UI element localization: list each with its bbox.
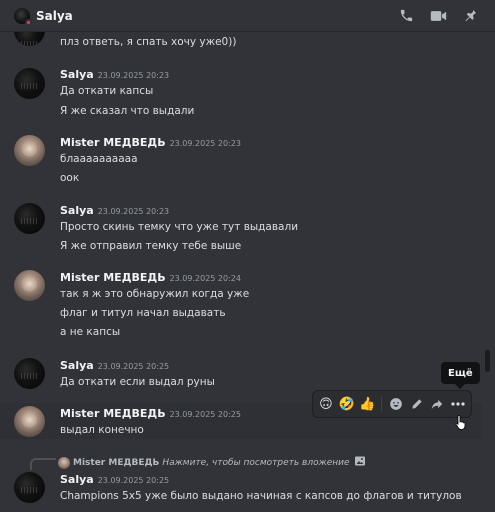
message-text: так я ж это обнаружил когда уже (60, 288, 250, 300)
reply-avatar (58, 456, 70, 469)
avatar[interactable] (14, 358, 45, 389)
message-author[interactable]: Mister МЕДВЕДЬ 23.09.2025 20:23 (60, 136, 241, 149)
message-text: Да откати если выдал руны (60, 376, 215, 388)
avatar[interactable] (14, 472, 45, 503)
message-text: флаг и титул начал выдавать (60, 307, 226, 319)
message-author[interactable]: Salya 23.09.2025 20:25 (60, 359, 169, 372)
message-timestamp: 23.09.2025 20:25 (97, 362, 170, 371)
message-text: Я же отправил темку тебе выше (60, 240, 242, 252)
message-text: Я же сказал что выдали (60, 105, 195, 117)
message-author[interactable]: Salya 23.09.2025 20:23 (60, 68, 169, 81)
message-text: плз ответь, я спать хочу уже0)) (60, 36, 237, 48)
reaction-thumbsup-button[interactable]: 👍 (358, 394, 376, 414)
video-icon[interactable] (429, 7, 447, 25)
add-reaction-icon[interactable] (387, 394, 405, 414)
pin-icon[interactable] (461, 7, 479, 25)
message-timestamp: 23.09.2025 20:25 (97, 476, 170, 485)
message-text: оок (60, 172, 80, 184)
message-text: выдал конечно (60, 424, 144, 436)
message-author[interactable]: Mister МЕДВЕДЬ 23.09.2025 20:25 (60, 407, 241, 420)
reaction-upside-down-button[interactable]: 🙃 (317, 394, 335, 414)
more-tooltip: Ещё (441, 362, 480, 389)
scrollbar-thumb[interactable] (485, 350, 490, 372)
message-text: блаааааааааа (60, 153, 138, 165)
message-text: Да откати капсы (60, 85, 154, 97)
channel-header: Salya (0, 0, 495, 32)
message-hover-toolbar: 🙃 🤣 👍 (312, 390, 472, 418)
phone-icon[interactable] (397, 7, 415, 25)
header-avatar[interactable] (14, 7, 32, 26)
status-dnd-icon (25, 18, 32, 26)
edit-pencil-icon[interactable] (408, 394, 426, 414)
avatar[interactable] (14, 270, 45, 301)
channel-title[interactable]: Salya (36, 9, 73, 23)
avatar[interactable] (14, 203, 45, 234)
avatar[interactable] (14, 68, 45, 99)
message-timestamp: 23.09.2025 20:23 (97, 71, 170, 80)
message-text: а не капсы (60, 326, 121, 338)
reaction-rofl-button[interactable]: 🤣 (338, 394, 356, 414)
avatar[interactable] (14, 406, 45, 437)
avatar[interactable] (14, 135, 45, 166)
reply-text[interactable]: Нажмите, чтобы посмотреть вложение (162, 458, 349, 468)
message-timestamp: 23.09.2025 20:23 (97, 207, 170, 216)
message-author[interactable]: Mister МЕДВЕДЬ 23.09.2025 20:24 (60, 271, 241, 284)
message-author[interactable]: Salya 23.09.2025 20:25 (60, 473, 169, 486)
image-icon (354, 455, 366, 470)
hand-cursor-icon (455, 414, 467, 434)
reply-connector (30, 458, 56, 470)
message-timestamp: 23.09.2025 20:24 (169, 274, 241, 283)
message-timestamp: 23.09.2025 20:25 (169, 410, 241, 419)
message-timestamp: 23.09.2025 20:23 (169, 139, 241, 148)
forward-icon[interactable] (429, 394, 447, 414)
reply-author[interactable]: Mister МЕДВЕДЬ (73, 458, 159, 468)
message-text: Champions 5x5 уже было выдано начиная с … (60, 490, 462, 502)
toolbar-divider (381, 396, 383, 412)
more-options-icon[interactable] (449, 394, 467, 414)
message-author[interactable]: Salya 23.09.2025 20:23 (60, 204, 169, 217)
reply-preview[interactable]: Mister МЕДВЕДЬ Нажмите, чтобы посмотреть… (58, 455, 366, 470)
message-text: Просто скинь темку что уже тут выдавали (60, 221, 299, 233)
